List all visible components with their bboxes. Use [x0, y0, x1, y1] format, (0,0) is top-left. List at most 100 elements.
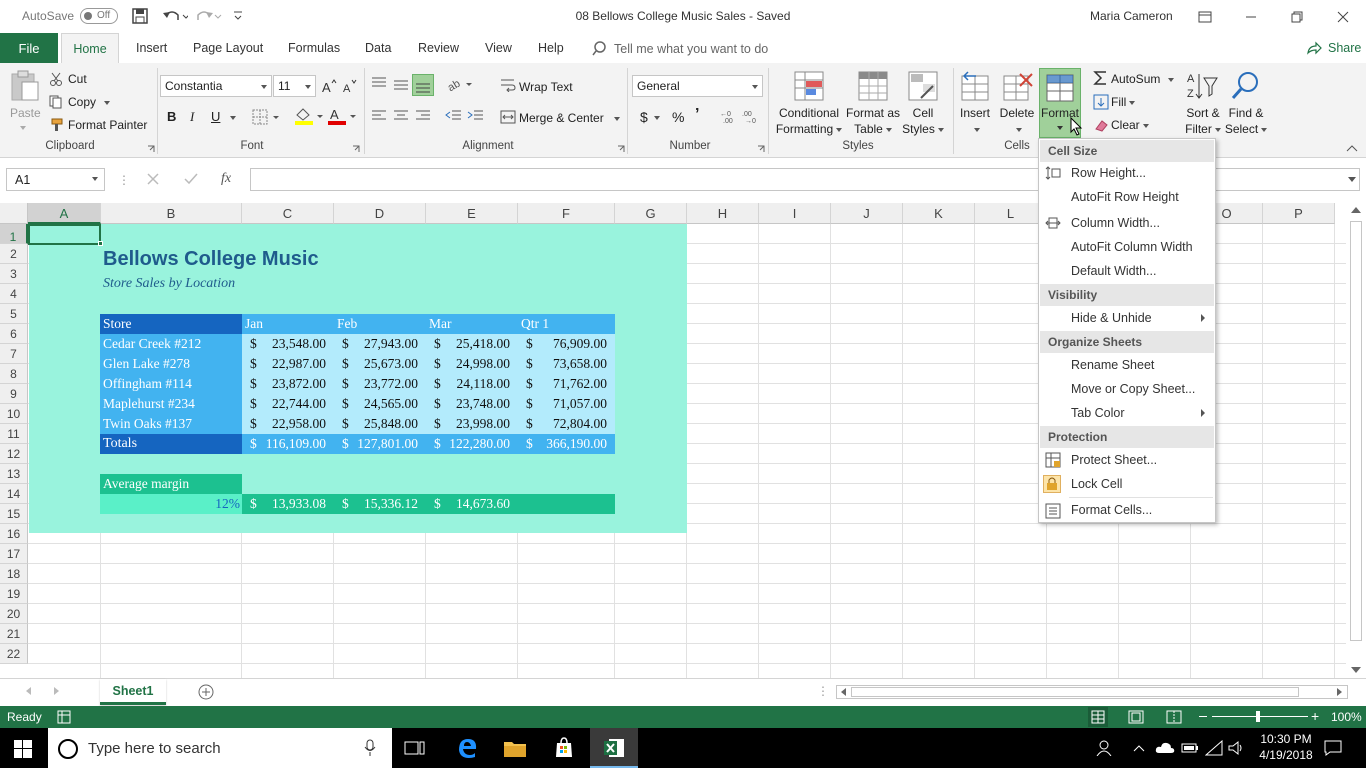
sales-value-cell-feb[interactable]: 24,565.00	[342, 394, 418, 414]
header-mar[interactable]: Mar	[429, 314, 452, 334]
totals-qtr[interactable]: 366,190.00	[526, 434, 607, 454]
sales-value-cell-feb[interactable]: 27,943.00	[342, 334, 418, 354]
menu-protect-sheet[interactable]: Protect Sheet...	[1071, 453, 1157, 467]
macro-record-icon[interactable]	[57, 710, 71, 724]
task-view-icon[interactable]	[404, 739, 426, 757]
column-header-f[interactable]: F	[518, 203, 615, 224]
avg-value-feb[interactable]: 15,336.12	[342, 494, 418, 514]
menu-format-cells[interactable]: Format Cells...	[1071, 503, 1152, 517]
column-header-c[interactable]: C	[242, 203, 334, 224]
user-name[interactable]: Maria Cameron	[1090, 9, 1173, 23]
enter-entry-icon[interactable]	[184, 172, 198, 186]
orientation-icon[interactable]: ab	[446, 76, 474, 92]
vertical-scroll-thumb[interactable]	[1350, 221, 1362, 641]
store-name-cell[interactable]: Offingham #114	[103, 374, 192, 394]
row-header-7[interactable]: 7	[0, 344, 28, 364]
fill-button[interactable]: Fill	[1111, 95, 1136, 109]
increase-font-icon[interactable]: A	[321, 78, 337, 94]
menu-rename-sheet[interactable]: Rename Sheet	[1071, 358, 1154, 372]
fill-color-icon[interactable]	[294, 107, 324, 125]
redo-icon[interactable]	[196, 8, 222, 24]
row-header-2[interactable]: 2	[0, 244, 28, 264]
underline-button[interactable]: U	[211, 109, 220, 124]
page-break-view-icon[interactable]	[1166, 710, 1182, 724]
horizontal-scroll-thumb[interactable]	[851, 687, 1299, 697]
clock-date[interactable]: 4/19/2018	[1256, 748, 1316, 762]
battery-icon[interactable]	[1181, 742, 1199, 754]
excel-taskbar-button[interactable]	[590, 728, 638, 768]
menu-row-height[interactable]: Row Height...	[1071, 166, 1146, 180]
scroll-right-icon[interactable]	[1337, 688, 1342, 696]
close-icon[interactable]	[1320, 0, 1366, 33]
totals-jan[interactable]: 116,109.00	[250, 434, 326, 454]
ribbon-display-options-icon[interactable]	[1182, 0, 1228, 33]
format-painter-button[interactable]: Format Painter	[68, 118, 147, 132]
row-header-5[interactable]: 5	[0, 304, 28, 324]
store-name-cell[interactable]: Twin Oaks #137	[103, 414, 192, 434]
store-name-cell[interactable]: Glen Lake #278	[103, 354, 190, 374]
sales-value-cell-qtr[interactable]: 71,762.00	[526, 374, 607, 394]
totals-mar[interactable]: 122,280.00	[434, 434, 510, 454]
font-size-select[interactable]: 11	[273, 75, 316, 97]
top-align-icon[interactable]	[370, 76, 388, 92]
middle-align-icon[interactable]	[392, 76, 410, 92]
copy-button[interactable]: Copy	[68, 95, 111, 109]
tab-formulas[interactable]: Formulas	[278, 33, 350, 63]
borders-icon[interactable]	[252, 109, 280, 125]
row-header-19[interactable]: 19	[0, 584, 28, 604]
share-button[interactable]: Share	[1306, 41, 1361, 55]
sales-value-cell-feb[interactable]: 23,772.00	[342, 374, 418, 394]
sales-value-cell-feb[interactable]: 25,673.00	[342, 354, 418, 374]
tab-review[interactable]: Review	[408, 33, 469, 63]
alignment-launcher-icon[interactable]	[617, 145, 625, 153]
undo-icon[interactable]	[162, 8, 188, 24]
horizontal-scrollbar[interactable]	[836, 685, 1348, 699]
sort-filter-button[interactable]: Sort & Filter	[1180, 105, 1226, 137]
sales-value-cell-jan[interactable]: 22,958.00	[250, 414, 326, 434]
row-header-8[interactable]: 8	[0, 364, 28, 384]
tab-file[interactable]: File	[0, 33, 58, 63]
file-explorer-icon[interactable]	[503, 738, 527, 758]
sales-value-cell-mar[interactable]: 25,418.00	[434, 334, 510, 354]
sales-value-cell-qtr[interactable]: 71,057.00	[526, 394, 607, 414]
find-select-button[interactable]: Find & Select	[1222, 105, 1270, 137]
paste-button[interactable]: Paste	[10, 106, 41, 120]
header-jan[interactable]: Jan	[245, 314, 263, 334]
row-header-9[interactable]: 9	[0, 384, 28, 404]
decrease-indent-icon[interactable]	[445, 109, 463, 123]
average-margin-percent[interactable]: 12%	[100, 494, 240, 514]
edge-browser-icon[interactable]	[456, 737, 478, 759]
header-feb[interactable]: Feb	[337, 314, 357, 334]
menu-autofit-column-width[interactable]: AutoFit Column Width	[1071, 240, 1193, 254]
cell-styles-button[interactable]: Cell Styles	[897, 105, 949, 137]
save-icon[interactable]	[132, 8, 148, 24]
volume-icon[interactable]	[1228, 740, 1246, 756]
font-launcher-icon[interactable]	[352, 145, 360, 153]
cut-button[interactable]: Cut	[68, 72, 87, 86]
zoom-out-icon[interactable]	[1199, 716, 1207, 717]
column-header-j[interactable]: J	[831, 203, 903, 224]
currency-button[interactable]: $	[640, 109, 660, 125]
sales-value-cell-mar[interactable]: 23,748.00	[434, 394, 510, 414]
paste-dropdown-icon[interactable]	[20, 126, 26, 130]
restore-icon[interactable]	[1274, 0, 1320, 33]
sales-value-cell-qtr[interactable]: 76,909.00	[526, 334, 607, 354]
autosum-button[interactable]: AutoSum	[1111, 72, 1175, 86]
sales-value-cell-jan[interactable]: 22,744.00	[250, 394, 326, 414]
clipboard-launcher-icon[interactable]	[147, 145, 155, 153]
header-store[interactable]: Store	[103, 314, 132, 334]
new-sheet-icon[interactable]	[198, 684, 214, 700]
tab-view[interactable]: View	[475, 33, 522, 63]
align-right-icon[interactable]	[414, 109, 432, 123]
store-name-cell[interactable]: Cedar Creek #212	[103, 334, 201, 354]
totals-label[interactable]: Totals	[103, 434, 137, 454]
menu-move-copy-sheet[interactable]: Move or Copy Sheet...	[1071, 382, 1195, 396]
row-header-11[interactable]: 11	[0, 424, 28, 444]
zoom-level[interactable]: 100%	[1331, 710, 1362, 724]
increase-decimal-icon[interactable]: ←0.00	[720, 108, 738, 124]
bottom-align-icon[interactable]	[412, 74, 434, 96]
people-icon[interactable]	[1096, 740, 1114, 756]
align-left-icon[interactable]	[370, 109, 388, 123]
align-center-icon[interactable]	[392, 109, 410, 123]
decrease-font-icon[interactable]: A	[342, 78, 358, 94]
